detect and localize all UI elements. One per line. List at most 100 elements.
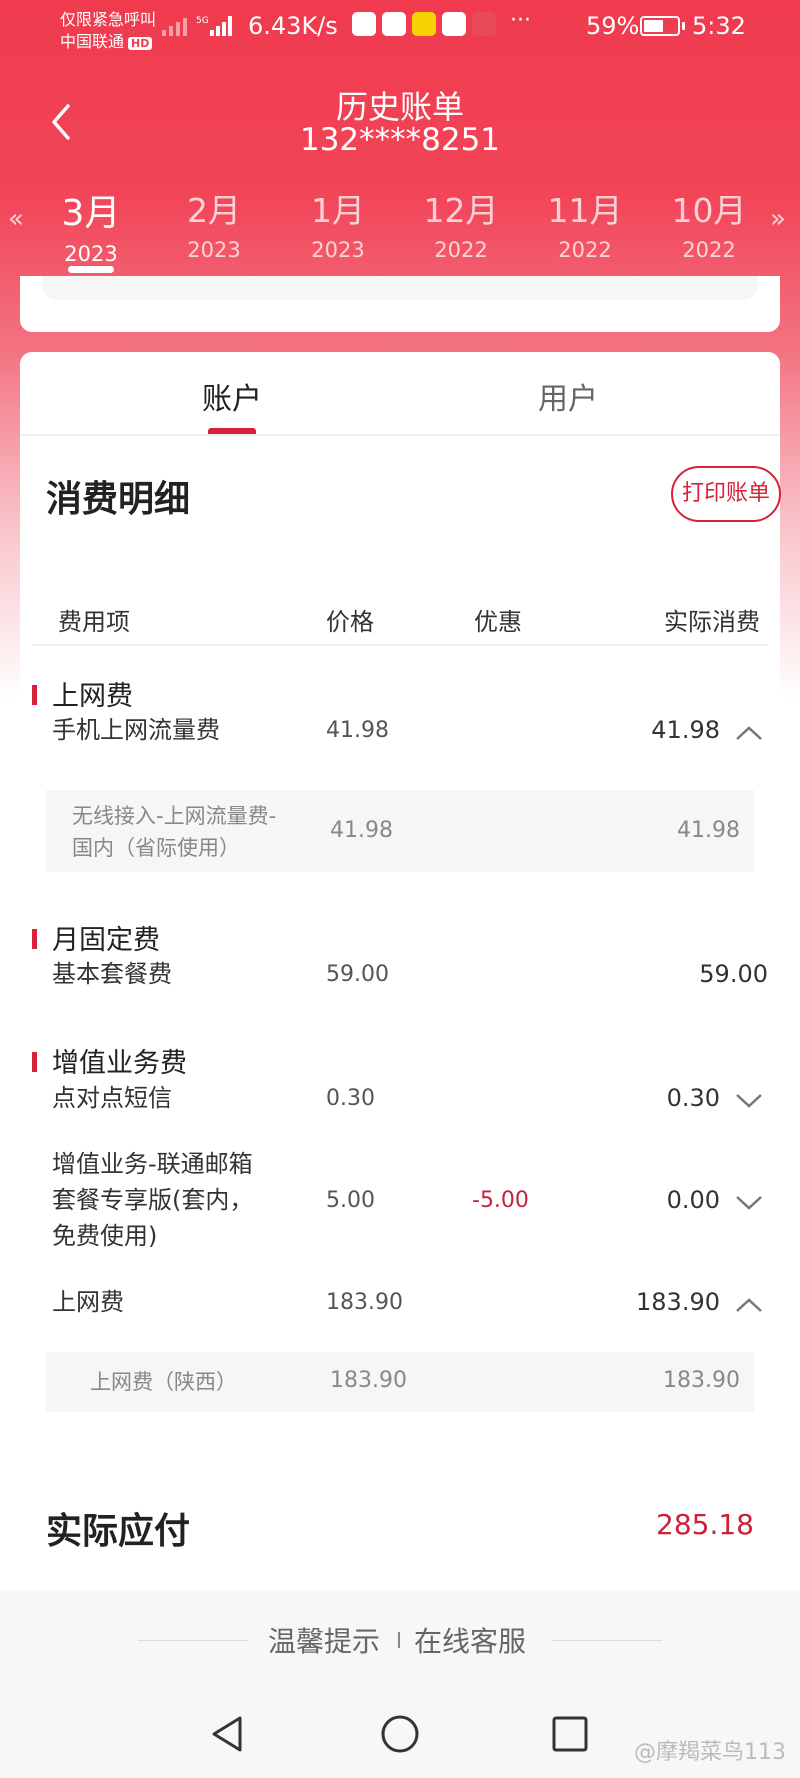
month-label: 2月 (187, 191, 241, 230)
app-notification-icon (412, 12, 436, 36)
row-label: 上网费 (52, 1288, 124, 1316)
tabs-divider (20, 434, 780, 436)
battery-cap (682, 22, 685, 30)
chevron-down-icon[interactable] (734, 1092, 764, 1110)
month-tab-2022-11[interactable]: 11月 2022 (530, 184, 640, 262)
tips-link[interactable]: 温馨提示 (268, 1620, 380, 1660)
status-bar: 仅限紧急呼叫 中国联通 HD 5G 6.43K/s ··· 59% 5:32 (0, 0, 800, 56)
more-notifications: ··· (510, 8, 531, 33)
baidu-icon (442, 12, 466, 36)
online-service-link[interactable]: 在线客服 (414, 1620, 526, 1660)
section-title: 消费明细 (46, 479, 191, 520)
total-card: 实际应付 285.18 (20, 1470, 780, 1590)
header-divider (32, 644, 768, 646)
clock: 5:32 (692, 12, 746, 40)
category-title: 增值业务费 (52, 1048, 187, 1079)
row-price: 41.98 (326, 718, 389, 743)
column-header-item: 费用项 (58, 608, 130, 636)
category-title: 上网费 (52, 681, 133, 712)
system-navigation-bar: @摩羯菜鸟113 (0, 1690, 800, 1778)
row-label-line1: 增值业务-联通邮箱 (52, 1150, 253, 1178)
sub-item-label-line1: 无线接入-上网流量费- (72, 804, 277, 828)
month-label: 3月 (61, 193, 121, 234)
year-label: 2023 (311, 238, 365, 262)
row-actual: 41.98 (651, 716, 720, 744)
month-label: 12月 (423, 191, 499, 230)
network-type: 5G (196, 16, 209, 26)
row-label-line3: 免费使用) (52, 1222, 158, 1250)
month-tab-2022-10[interactable]: 10月 2022 (654, 184, 764, 262)
sub-item-actual: 183.90 (663, 1368, 740, 1393)
sub-item-box: 无线接入-上网流量费- 国内（省际使用） 41.98 41.98 (46, 790, 754, 872)
month-tab-2023-01[interactable]: 1月 2023 (283, 184, 393, 262)
row-price: 183.90 (326, 1290, 403, 1315)
sub-item-label: 上网费（陕西） (90, 1370, 237, 1394)
tab-account[interactable]: 账户 (202, 374, 262, 418)
baidu-icon (352, 12, 376, 36)
sub-item-price: 41.98 (330, 818, 393, 843)
chevron-up-icon[interactable] (734, 1296, 764, 1314)
sub-item-label-line2: 国内（省际使用） (72, 836, 240, 860)
month-tab-2023-03[interactable]: 3月 2023 (36, 184, 146, 266)
category-title: 月固定费 (52, 925, 160, 956)
battery-icon (640, 16, 680, 36)
sub-item-box: 上网费（陕西） 183.90 183.90 (46, 1352, 754, 1412)
month-label: 1月 (311, 191, 365, 230)
footer-divider-left (138, 1640, 248, 1641)
row-discount: -5.00 (472, 1188, 529, 1213)
total-amount: 285.18 (656, 1508, 754, 1541)
month-tab-2023-02[interactable]: 2月 2023 (159, 184, 269, 262)
chevron-up-icon[interactable] (734, 724, 764, 742)
category-marker (32, 929, 37, 949)
total-label: 实际应付 (46, 1511, 191, 1552)
row-label: 手机上网流量费 (52, 716, 220, 744)
carrier-label: 中国联通 (60, 32, 125, 51)
month-next-arrow[interactable]: » (770, 204, 786, 234)
column-header-actual: 实际消费 (664, 608, 760, 636)
row-actual: 0.30 (666, 1084, 720, 1112)
footer-separator (398, 1632, 400, 1648)
sub-item-price: 183.90 (330, 1368, 407, 1393)
tab-user[interactable]: 用户 (538, 374, 598, 418)
row-actual: 59.00 (699, 960, 768, 988)
notification-icons (352, 12, 496, 36)
category-marker (32, 1052, 37, 1072)
back-triangle-icon[interactable] (206, 1712, 250, 1756)
month-label: 11月 (547, 191, 623, 230)
year-label: 2022 (434, 238, 488, 262)
row-price: 0.30 (326, 1086, 375, 1111)
year-label: 2023 (64, 242, 118, 266)
home-circle-icon[interactable] (378, 1712, 422, 1756)
hd-badge: HD (128, 37, 153, 50)
row-price: 59.00 (326, 962, 389, 987)
heart-app-icon (472, 12, 496, 36)
carrier-emergency-text: 仅限紧急呼叫 (60, 10, 157, 29)
chevron-down-icon[interactable] (734, 1194, 764, 1212)
year-label: 2022 (682, 238, 736, 262)
summary-card-inner (42, 276, 758, 300)
footer: 温馨提示 在线客服 (0, 1590, 800, 1690)
footer-divider-right (552, 1640, 662, 1641)
watermark: @摩羯菜鸟113 (634, 1740, 786, 1765)
sub-item-actual: 41.98 (677, 818, 740, 843)
signal-weak-icon (162, 18, 187, 36)
month-active-indicator (68, 266, 114, 273)
phone-number: 132****8251 (299, 122, 501, 158)
recents-square-icon[interactable] (548, 1712, 592, 1756)
row-label: 基本套餐费 (52, 960, 172, 988)
month-tab-2022-12[interactable]: 12月 2022 (406, 184, 516, 262)
row-price: 5.00 (326, 1188, 375, 1213)
row-label-line2: 套餐专享版(套内， (52, 1186, 254, 1214)
month-label: 10月 (671, 191, 747, 230)
battery-percent: 59% (586, 12, 640, 40)
row-actual: 183.90 (636, 1288, 720, 1316)
print-bill-button[interactable]: 打印账单 (671, 466, 781, 522)
bill-detail-card: 账户 用户 消费明细 打印账单 费用项 价格 优惠 实际消费 上网费 手机上网流… (20, 352, 781, 1446)
year-label: 2023 (187, 238, 241, 262)
baidu-icon (382, 12, 406, 36)
summary-card-bottom (20, 276, 780, 332)
month-prev-arrow[interactable]: « (8, 204, 24, 234)
carrier-name: 中国联通 HD (60, 28, 153, 52)
category-marker (32, 685, 37, 705)
battery-level (644, 20, 663, 32)
